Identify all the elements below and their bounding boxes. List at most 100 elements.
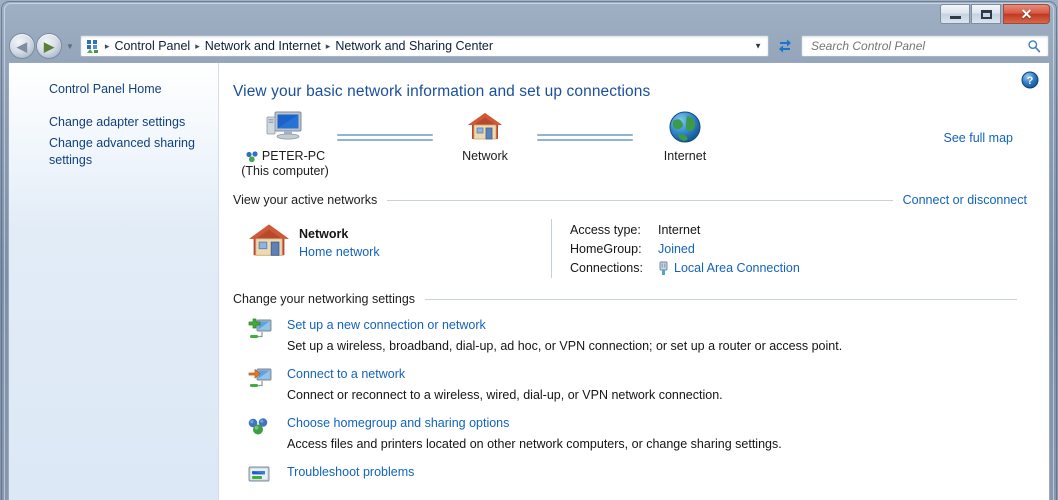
minimize-icon	[949, 16, 961, 19]
connect-to-network-description: Connect or reconnect to a wireless, wire…	[287, 388, 723, 402]
access-type-value: Internet	[658, 223, 701, 237]
choose-homegroup-description: Access files and printers located on oth…	[287, 437, 782, 451]
map-link-computer-network	[337, 131, 433, 144]
setting-item-connect-to-network[interactable]: Connect to a network Connect or reconnec…	[247, 366, 1027, 404]
breadcrumb-item-control-panel[interactable]: Control Panel	[111, 39, 193, 53]
control-panel-icon	[85, 38, 101, 54]
active-network-entry: Network Home network Access type: Intern…	[233, 219, 1027, 278]
maximize-icon	[980, 9, 992, 19]
help-icon: ?	[1021, 71, 1039, 89]
connect-or-disconnect-link[interactable]: Connect or disconnect	[903, 193, 1027, 207]
network-map-node-internet[interactable]: Internet	[633, 109, 737, 164]
connections-label: Connections:	[570, 261, 643, 275]
forward-arrow-icon: ▶	[44, 38, 54, 54]
window-controls: ✕	[939, 4, 1050, 24]
title-bar: ✕	[0, 0, 1058, 30]
networking-settings-heading: Change your networking settings	[233, 292, 416, 306]
setting-text-block: Set up a new connection or network Set u…	[287, 317, 1027, 355]
history-dropdown-icon[interactable]: ▼	[66, 42, 74, 51]
close-icon: ✕	[1020, 6, 1033, 22]
page-title: View your basic network information and …	[233, 83, 651, 100]
navigation-bar: ◀ ▶ ▼ ▸ Control Panel ▸ Network and Inte…	[0, 30, 1058, 62]
share-badge-icon	[246, 150, 258, 162]
active-network-house-icon	[247, 219, 299, 266]
breadcrumb-bar[interactable]: ▸ Control Panel ▸ Network and Internet ▸…	[79, 35, 769, 57]
homegroup-value-link[interactable]: Joined	[658, 240, 695, 259]
refresh-icon	[779, 39, 791, 53]
connect-to-network-link[interactable]: Connect to a network	[287, 366, 1027, 383]
troubleshoot-icon	[247, 464, 287, 494]
globe-icon	[633, 109, 737, 145]
connect-network-icon	[247, 366, 287, 396]
network-map: PETER-PC (This computer) Network Interne…	[233, 109, 1027, 187]
forward-button[interactable]: ▶	[36, 33, 62, 59]
setting-item-homegroup-sharing[interactable]: Choose homegroup and sharing options Acc…	[247, 415, 1027, 453]
computer-node-label: PETER-PC	[261, 149, 326, 163]
nav-arrow-group: ◀ ▶ ▼	[9, 33, 78, 59]
setting-item-troubleshoot[interactable]: Troubleshoot problems	[247, 464, 1027, 494]
map-link-network-internet	[537, 131, 633, 144]
networking-settings-header: Change your networking settings	[233, 292, 1027, 306]
help-button[interactable]: ?	[1021, 71, 1039, 89]
local-area-connection-link[interactable]: Local Area Connection	[674, 259, 800, 278]
breadcrumb-item-network-and-sharing-center[interactable]: Network and Sharing Center	[332, 39, 496, 53]
svg-text:?: ?	[1027, 75, 1034, 87]
search-input[interactable]	[809, 38, 1027, 54]
breadcrumb-item-network-and-internet[interactable]: Network and Internet	[202, 39, 324, 53]
close-button[interactable]: ✕	[1003, 4, 1050, 24]
sidebar: Control Panel Home Change adapter settin…	[9, 63, 219, 500]
house-icon	[433, 109, 537, 145]
computer-node-label-row: PETER-PC	[233, 149, 337, 164]
search-icon	[1027, 39, 1041, 53]
content-pane: ? View your basic network information an…	[219, 63, 1049, 500]
search-box[interactable]	[801, 35, 1049, 57]
breadcrumb-separator: ▸	[195, 40, 200, 51]
computer-node-sublabel: (This computer)	[241, 164, 329, 178]
detail-row-connections: Connections: Local Area Connection	[570, 259, 800, 278]
breadcrumb-separator: ▸	[325, 40, 331, 51]
network-map-node-computer[interactable]: PETER-PC (This computer)	[233, 109, 337, 179]
back-button[interactable]: ◀	[9, 33, 35, 59]
setting-item-set-up-new-connection[interactable]: Set up a new connection or network Set u…	[247, 317, 1027, 355]
set-up-new-connection-link[interactable]: Set up a new connection or network	[287, 317, 1027, 334]
client-area: Control Panel Home Change adapter settin…	[8, 62, 1050, 500]
minimize-button[interactable]	[940, 4, 970, 24]
active-networks-header: View your active networks Connect or dis…	[233, 193, 1027, 207]
sidebar-item-change-advanced-sharing-settings[interactable]: Change advanced sharing settings	[9, 133, 200, 171]
sidebar-item-control-panel-home[interactable]: Control Panel Home	[9, 79, 200, 100]
active-network-name: Network	[299, 227, 349, 241]
sidebar-item-change-adapter-settings[interactable]: Change adapter settings	[9, 112, 200, 133]
header-rule	[387, 199, 893, 201]
breadcrumb: ▸ Control Panel ▸ Network and Internet ▸…	[103, 39, 496, 53]
access-type-label: Access type:	[570, 223, 641, 237]
homegroup-label: HomeGroup:	[570, 242, 642, 256]
connections-value-group: Local Area Connection	[658, 259, 800, 278]
active-networks-heading: View your active networks	[233, 193, 378, 207]
setting-text-block: Troubleshoot problems	[287, 464, 1027, 485]
vertical-divider	[551, 219, 552, 278]
networking-settings-list: Set up a new connection or network Set u…	[233, 317, 1027, 494]
sidebar-links: Control Panel Home Change adapter settin…	[9, 79, 218, 171]
breadcrumb-separator: ▸	[104, 40, 110, 51]
maximize-button[interactable]	[971, 4, 1001, 24]
breadcrumb-chevron-down-icon[interactable]: ▼	[754, 42, 762, 51]
ethernet-icon	[659, 261, 668, 275]
network-map-node-network[interactable]: Network	[433, 109, 537, 164]
window-frame: ✕ ◀ ▶ ▼ ▸ Control Panel ▸ Network and In…	[0, 0, 1058, 500]
setting-text-block: Choose homegroup and sharing options Acc…	[287, 415, 1027, 453]
computer-icon	[233, 109, 337, 145]
new-connection-icon	[247, 317, 287, 347]
homegroup-icon	[247, 415, 287, 445]
set-up-new-connection-description: Set up a wireless, broadband, dial-up, a…	[287, 339, 843, 353]
back-arrow-icon: ◀	[17, 38, 27, 54]
troubleshoot-problems-link[interactable]: Troubleshoot problems	[287, 464, 1027, 481]
header-rule	[425, 298, 1017, 300]
active-network-type-link[interactable]: Home network	[299, 243, 551, 261]
refresh-button[interactable]	[774, 35, 796, 57]
network-node-label: Network	[462, 149, 508, 163]
active-network-names: Network Home network	[299, 219, 551, 261]
choose-homegroup-link[interactable]: Choose homegroup and sharing options	[287, 415, 1027, 432]
active-network-details: Access type: Internet HomeGroup: Joined …	[570, 219, 800, 278]
see-full-map-link[interactable]: See full map	[944, 131, 1013, 145]
